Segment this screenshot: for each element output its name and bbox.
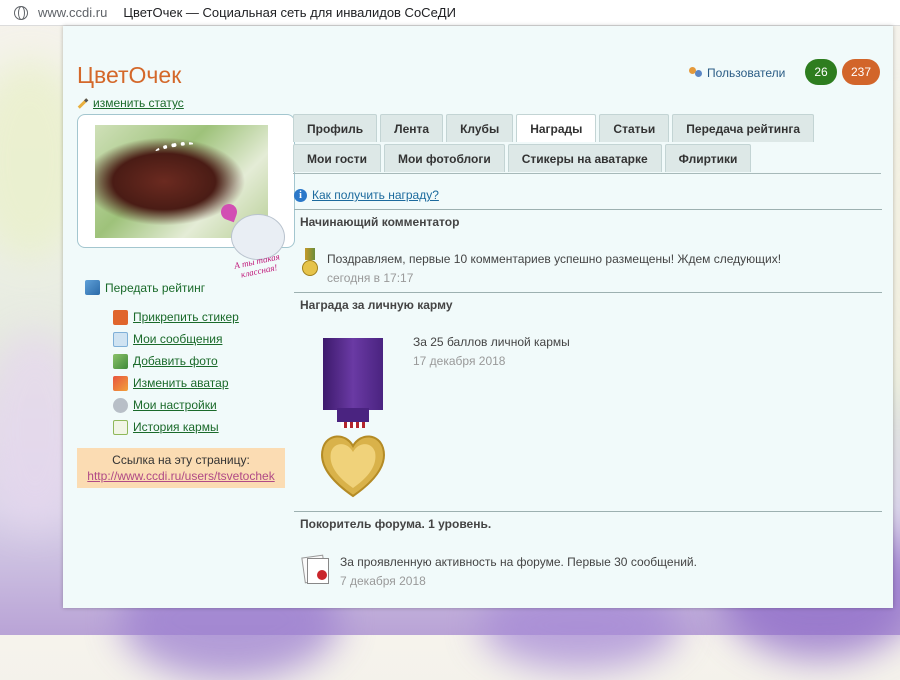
menu-item-label[interactable]: Мои сообщения	[133, 332, 222, 346]
menu-item-label[interactable]: Изменить аватар	[133, 376, 229, 390]
globe-icon	[14, 5, 28, 20]
menu-item-label[interactable]: Мои настройки	[133, 398, 217, 412]
page-tab-title: ЦветОчек — Социальная сеть для инвалидов…	[123, 5, 456, 20]
tabs-divider	[293, 173, 881, 174]
page-link-box: Ссылка на эту страницу: http://www.ccdi.…	[77, 448, 285, 488]
page-link-label: Ссылка на эту страницу:	[112, 453, 250, 467]
change-status-link[interactable]: изменить статус	[77, 96, 184, 110]
award-title: Начинающий комментатор	[300, 215, 460, 229]
profile-tabs: Профиль Лента Клубы Награды Статьи Перед…	[293, 114, 881, 174]
tab-my-guests[interactable]: Мои гости	[293, 144, 381, 172]
purple-heart-medal-icon	[315, 338, 391, 500]
gift-icon	[113, 309, 128, 325]
menu-item-label[interactable]: История кармы	[133, 420, 219, 434]
change-status-label[interactable]: изменить статус	[93, 96, 184, 110]
section-divider	[294, 292, 882, 293]
users-link[interactable]: Пользователи	[689, 66, 785, 80]
award-title: Награда за личную карму	[300, 298, 453, 312]
section-divider	[294, 209, 882, 210]
menu-item-attach-sticker[interactable]: Прикрепить стикер	[113, 306, 239, 328]
tab-articles[interactable]: Статьи	[599, 114, 670, 142]
profile-name: ЦветОчек	[77, 62, 182, 88]
tab-my-photoblogs[interactable]: Мои фотоблоги	[383, 144, 505, 172]
tab-awards[interactable]: Награды	[516, 114, 597, 142]
award-title: Покоритель форума. 1 уровень.	[300, 517, 492, 531]
tab-flirts[interactable]: Флиртики	[664, 144, 752, 172]
certificate-scroll-icon	[301, 554, 331, 586]
award-description: За проявленную активность на форуме. Пер…	[340, 555, 697, 569]
page-link-url[interactable]: http://www.ccdi.ru/users/tsvetochek	[77, 469, 285, 483]
award-date: сегодня в 17:17	[327, 271, 414, 285]
tab-feed[interactable]: Лента	[380, 114, 444, 142]
address-url[interactable]: www.ccdi.ru	[38, 5, 107, 20]
karma-chart-icon	[113, 419, 128, 435]
tab-rating-transfer[interactable]: Передача рейтинга	[672, 114, 815, 142]
transfer-rating-label[interactable]: Передать рейтинг	[105, 281, 205, 295]
tab-row-1: Профиль Лента Клубы Награды Статьи Перед…	[293, 114, 881, 142]
orange-counter-badge[interactable]: 237	[842, 59, 880, 85]
how-to-get-award-label[interactable]: Как получить награду?	[312, 188, 439, 202]
menu-item-change-avatar[interactable]: Изменить аватар	[113, 372, 239, 394]
users-label[interactable]: Пользователи	[707, 66, 785, 80]
tab-avatar-stickers[interactable]: Стикеры на аватарке	[507, 144, 662, 172]
section-divider	[294, 511, 882, 512]
pencil-icon	[77, 97, 89, 109]
transfer-rating-link[interactable]: Передать рейтинг	[85, 280, 205, 295]
menu-item-label[interactable]: Прикрепить стикер	[133, 310, 239, 324]
tab-row-2: Мои гости Мои фотоблоги Стикеры на авата…	[293, 144, 881, 172]
menu-item-label[interactable]: Добавить фото	[133, 354, 218, 368]
menu-item-settings[interactable]: Мои настройки	[113, 394, 239, 416]
commentator-medal-icon	[301, 248, 319, 280]
info-icon: i	[294, 188, 307, 202]
settings-gear-icon	[113, 397, 128, 413]
menu-item-add-photo[interactable]: Добавить фото	[113, 350, 239, 372]
profile-actions-menu: Прикрепить стикер Мои сообщения Добавить…	[113, 306, 239, 438]
tab-clubs[interactable]: Клубы	[446, 114, 514, 142]
add-photo-icon	[113, 353, 128, 369]
award-date: 17 декабря 2018	[413, 354, 506, 368]
award-date: 7 декабря 2018	[340, 574, 426, 588]
profile-panel: ЦветОчек изменить статус Пользователи 26…	[63, 26, 893, 608]
avatar-sticker: А ты такая классная!	[218, 201, 295, 282]
menu-item-karma-history[interactable]: История кармы	[113, 416, 239, 438]
butterfly-icon	[218, 201, 240, 223]
tab-profile[interactable]: Профиль	[293, 114, 378, 142]
how-to-get-award-link[interactable]: i Как получить награду?	[294, 188, 439, 202]
menu-item-messages[interactable]: Мои сообщения	[113, 328, 239, 350]
award-description: За 25 баллов личной кармы	[413, 335, 570, 349]
change-avatar-icon	[113, 375, 128, 391]
rating-transfer-icon	[85, 280, 100, 295]
users-icon	[689, 67, 703, 79]
award-description: Поздравляем, первые 10 комментариев успе…	[327, 252, 782, 266]
envelope-icon	[113, 331, 128, 347]
browser-address-bar[interactable]: www.ccdi.ru ЦветОчек — Социальная сеть д…	[0, 0, 900, 26]
green-counter-badge[interactable]: 26	[805, 59, 837, 85]
